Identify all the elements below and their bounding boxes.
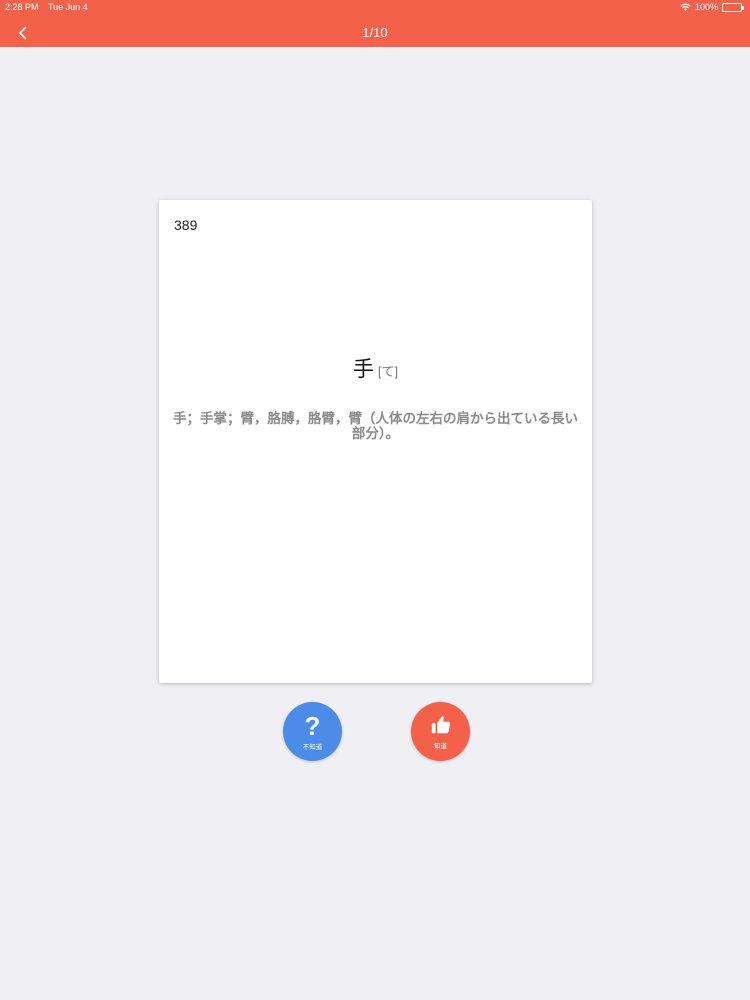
know-label: 知道 bbox=[434, 742, 447, 750]
status-right: 100% bbox=[680, 0, 744, 15]
status-time: 2:28 PM bbox=[5, 2, 39, 12]
status-bar: 2:28 PM Tue Jun 4 100% bbox=[0, 0, 750, 16]
dont-know-button[interactable]: ? 不知道 bbox=[283, 702, 342, 761]
dont-know-label: 不知道 bbox=[302, 743, 323, 751]
battery-percent: 100% bbox=[694, 2, 718, 12]
word-meaning: 手；手掌；臂，胳膊，胳臂，臂（人体の左右の肩から出ている長い部分）。 bbox=[173, 411, 578, 441]
page-title: 1/10 bbox=[362, 25, 388, 40]
thumbs-up-icon bbox=[431, 715, 450, 733]
know-button[interactable]: 知道 bbox=[411, 702, 470, 761]
word-line: 手 [て] bbox=[159, 353, 592, 383]
flashcard[interactable]: 389 手 [て] 手；手掌；臂，胳膊，胳臂，臂（人体の左右の肩から出ている長い部… bbox=[159, 200, 592, 683]
top-bar: 2:28 PM Tue Jun 4 100% 1/10 bbox=[0, 0, 750, 47]
card-number: 389 bbox=[174, 217, 198, 233]
nav-row: 1/10 bbox=[0, 18, 750, 47]
wifi-icon bbox=[680, 3, 691, 12]
status-date: Tue Jun 4 bbox=[48, 2, 88, 12]
word-reading: [て] bbox=[377, 364, 399, 379]
question-mark-icon: ? bbox=[304, 710, 321, 741]
word-kanji: 手 bbox=[352, 358, 374, 381]
battery-icon bbox=[722, 3, 744, 12]
